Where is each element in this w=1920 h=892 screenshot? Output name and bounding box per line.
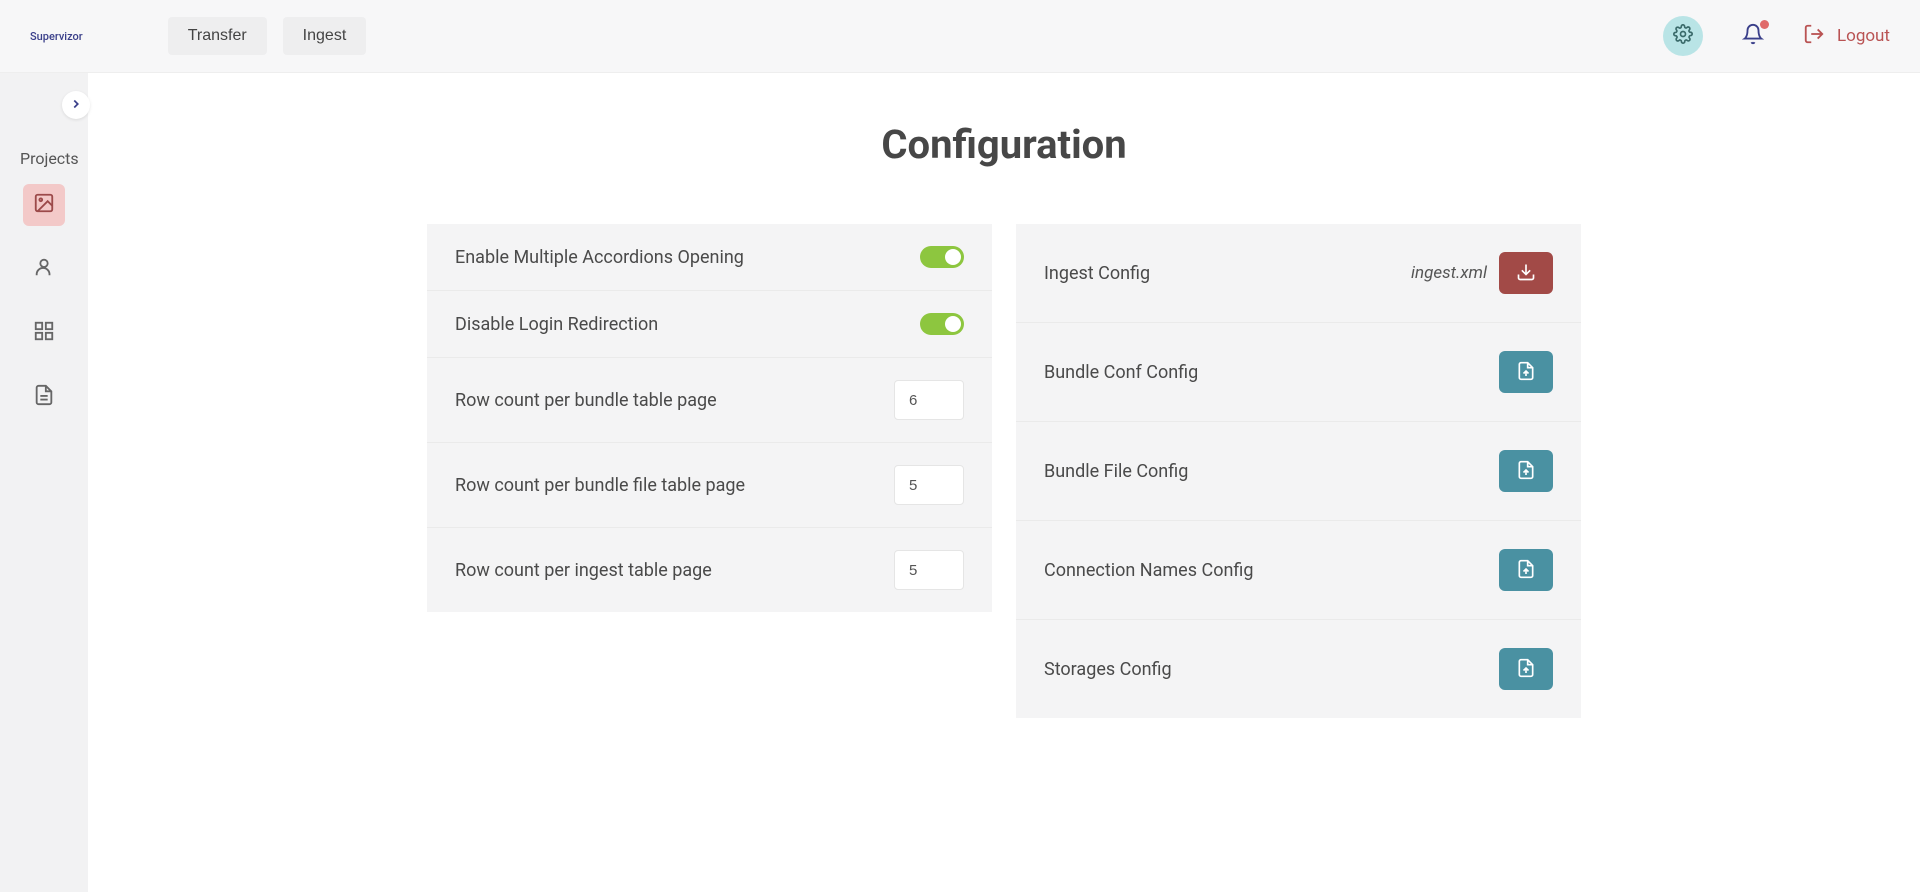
user-icon	[33, 256, 55, 282]
upload-bundle-conf-button[interactable]	[1499, 351, 1553, 393]
accordions-toggle[interactable]	[920, 246, 964, 268]
sidebar: Projects	[0, 73, 88, 892]
grid-icon	[33, 320, 55, 346]
config-bundle-file-row: Bundle File Config	[1016, 422, 1581, 521]
document-icon	[33, 384, 55, 410]
ingest-rows-input[interactable]	[894, 550, 964, 590]
config-bundle-conf-row: Bundle Conf Config	[1016, 323, 1581, 422]
chevron-right-icon	[69, 96, 83, 115]
config-label: Connection Names Config	[1044, 560, 1254, 581]
upload-bundle-file-button[interactable]	[1499, 450, 1553, 492]
download-icon	[1516, 262, 1536, 285]
header-right: Logout	[1663, 16, 1890, 56]
config-connection-names-row: Connection Names Config	[1016, 521, 1581, 620]
setting-ingest-rows-row: Row count per ingest table page	[427, 528, 992, 612]
config-right: ingest.xml	[1411, 252, 1553, 294]
file-upload-icon	[1516, 658, 1536, 681]
settings-panel: Enable Multiple Accordions Opening Disab…	[427, 224, 992, 718]
sidebar-item-images[interactable]	[23, 184, 65, 226]
setting-label: Disable Login Redirection	[455, 314, 658, 335]
image-icon	[33, 192, 55, 218]
setting-label: Row count per bundle table page	[455, 390, 717, 411]
file-upload-icon	[1516, 460, 1536, 483]
config-label: Storages Config	[1044, 659, 1172, 680]
sidebar-item-document[interactable]	[23, 376, 65, 418]
configs-panel: Ingest Config ingest.xml	[1016, 224, 1581, 718]
config-storages-row: Storages Config	[1016, 620, 1581, 718]
upload-connection-names-button[interactable]	[1499, 549, 1553, 591]
setting-login-redirect-row: Disable Login Redirection	[427, 291, 992, 358]
config-panels: Enable Multiple Accordions Opening Disab…	[427, 224, 1581, 718]
logout-label: Logout	[1837, 26, 1890, 46]
main-content: Configuration Enable Multiple Accordions…	[88, 73, 1920, 892]
page-title: Configuration	[881, 121, 1126, 168]
bundle-rows-input[interactable]	[894, 380, 964, 420]
setting-bundle-file-rows-row: Row count per bundle file table page	[427, 443, 992, 528]
bundle-file-rows-input[interactable]	[894, 465, 964, 505]
setting-accordions-row: Enable Multiple Accordions Opening	[427, 224, 992, 291]
transfer-button[interactable]: Transfer	[168, 17, 267, 55]
login-redirect-toggle[interactable]	[920, 313, 964, 335]
logout-icon	[1803, 23, 1825, 50]
settings-button[interactable]	[1663, 16, 1703, 56]
config-label: Bundle Conf Config	[1044, 362, 1198, 383]
ingest-button[interactable]: Ingest	[283, 17, 367, 55]
notification-dot	[1760, 20, 1769, 29]
sidebar-title: Projects	[20, 149, 79, 168]
gear-icon	[1673, 24, 1693, 48]
app-header: Supervizor Transfer Ingest	[0, 0, 1920, 73]
notifications-button[interactable]	[1733, 16, 1773, 56]
setting-label: Row count per ingest table page	[455, 560, 712, 581]
sidebar-expand-toggle[interactable]	[62, 91, 90, 119]
config-ingest-row: Ingest Config ingest.xml	[1016, 224, 1581, 323]
setting-label: Enable Multiple Accordions Opening	[455, 247, 744, 268]
file-upload-icon	[1516, 559, 1536, 582]
sidebar-item-grid[interactable]	[23, 312, 65, 354]
nav-buttons: Transfer Ingest	[168, 17, 367, 55]
setting-bundle-rows-row: Row count per bundle table page	[427, 358, 992, 443]
logout-button[interactable]: Logout	[1803, 23, 1890, 50]
layout: Projects	[0, 73, 1920, 892]
download-ingest-config-button[interactable]	[1499, 252, 1553, 294]
config-filename: ingest.xml	[1411, 263, 1487, 283]
file-upload-icon	[1516, 361, 1536, 384]
setting-label: Row count per bundle file table page	[455, 475, 745, 496]
upload-storages-button[interactable]	[1499, 648, 1553, 690]
sidebar-item-users[interactable]	[23, 248, 65, 290]
config-label: Ingest Config	[1044, 263, 1150, 284]
app-logo: Supervizor	[30, 30, 83, 43]
config-label: Bundle File Config	[1044, 461, 1188, 482]
